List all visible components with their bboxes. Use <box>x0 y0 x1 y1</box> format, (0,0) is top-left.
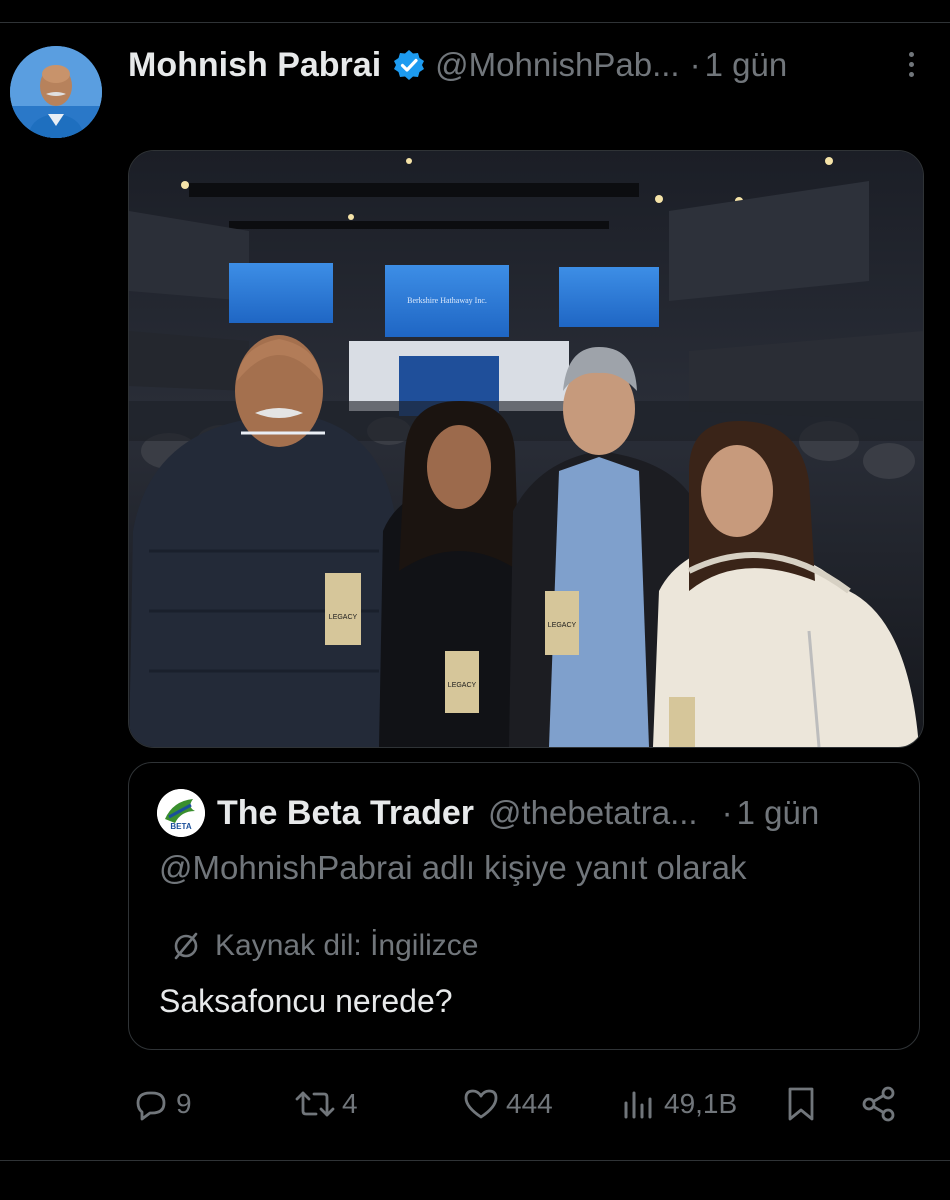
quoted-author-name[interactable]: The Beta Trader <box>217 794 474 833</box>
reply-context[interactable]: @MohnishPabrai adlı kişiye yanıt olarak <box>159 849 746 887</box>
tweet-photo[interactable]: Berkshire Hathaway Inc. LEGACY LEGACY LE… <box>128 150 924 748</box>
badge-text-1: LEGACY <box>329 614 358 621</box>
view-count: 49,1B <box>664 1088 738 1119</box>
bookmark-icon <box>788 1087 814 1121</box>
retweet-icon <box>295 1091 335 1117</box>
translate-icon <box>174 932 198 960</box>
author-handle[interactable]: @MohnishPab... <box>435 46 679 84</box>
views-button[interactable]: 49,1B <box>620 1082 737 1126</box>
like-button[interactable]: 444 <box>462 1082 553 1126</box>
quoted-tweet-text: Saksafoncu nerede? <box>159 983 453 1019</box>
translation-note[interactable]: Kaynak dil: İngilizce <box>169 929 478 963</box>
like-count: 444 <box>506 1088 553 1119</box>
quoted-time[interactable]: 1 gün <box>737 794 820 832</box>
action-bar: 9 4 444 49,1B <box>128 1082 918 1126</box>
quoted-author-avatar[interactable]: BETA <box>157 789 205 837</box>
author-name[interactable]: Mohnish Pabrai <box>128 46 381 85</box>
bookmark-button[interactable] <box>784 1082 818 1126</box>
reply-count: 9 <box>176 1088 192 1119</box>
quoted-tweet[interactable]: BETA The Beta Trader @thebetatra... · 1 … <box>128 762 920 1050</box>
quoted-header: The Beta Trader @thebetatra... · 1 gün <box>217 789 899 837</box>
views-chart-icon <box>624 1091 652 1119</box>
badge-text-3: LEGACY <box>548 622 577 629</box>
quoted-author-handle[interactable]: @thebetatra... <box>488 794 698 832</box>
verified-badge-icon <box>393 49 425 81</box>
author-avatar[interactable] <box>10 46 102 138</box>
reply-button[interactable]: 9 <box>132 1082 192 1126</box>
share-icon <box>862 1086 895 1122</box>
bottom-divider <box>0 1160 950 1161</box>
tweet-time[interactable]: 1 gün <box>705 46 788 84</box>
tweet-header: Mohnish Pabrai @MohnishPab... · 1 gün <box>128 40 930 90</box>
retweet-button[interactable]: 4 <box>294 1082 358 1126</box>
source-language-label: Kaynak dil: İngilizce <box>215 929 479 962</box>
separator-dot: · <box>689 46 701 83</box>
heart-icon <box>464 1089 498 1119</box>
quoted-separator-dot: · <box>721 794 733 831</box>
reply-icon <box>136 1091 166 1121</box>
top-divider <box>0 22 950 23</box>
retweet-count: 4 <box>342 1088 358 1119</box>
more-options-icon[interactable] <box>906 48 916 82</box>
screen-caption: Berkshire Hathaway Inc. <box>407 296 487 305</box>
share-button[interactable] <box>860 1082 898 1126</box>
quoted-avatar-text: BETA <box>170 822 191 831</box>
badge-text-2: LEGACY <box>448 682 477 689</box>
